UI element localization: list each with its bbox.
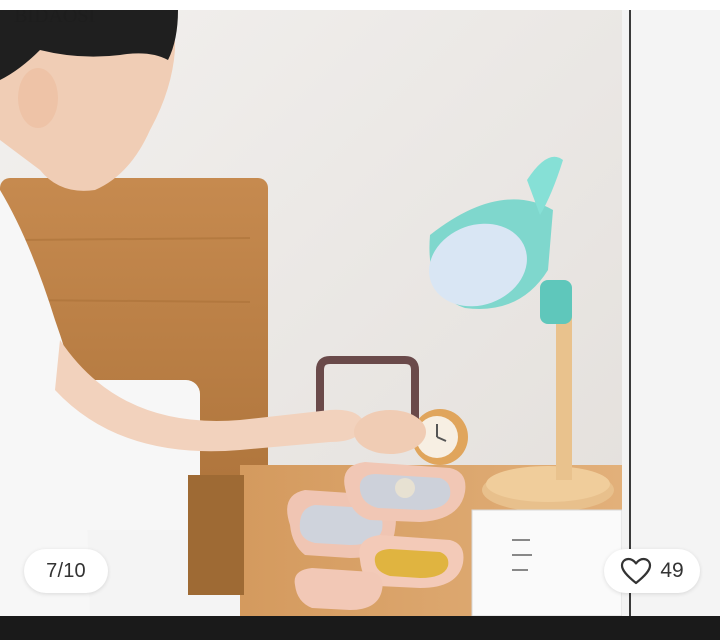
product-photo[interactable]: BIDAOSI — [0, 10, 622, 616]
like-button[interactable]: 49 — [604, 549, 700, 593]
top-strip — [0, 0, 720, 10]
like-count: 49 — [660, 559, 684, 582]
bottom-bar — [0, 616, 720, 640]
image-viewer: BIDAOSI 7/10 49 — [0, 0, 720, 616]
next-slide-preview[interactable] — [631, 10, 720, 616]
watermark-text: BIDAOSI — [14, 10, 95, 27]
image-counter-label: 7/10 — [46, 559, 86, 582]
heart-outline-icon — [620, 557, 652, 585]
image-counter: 7/10 — [24, 549, 108, 593]
